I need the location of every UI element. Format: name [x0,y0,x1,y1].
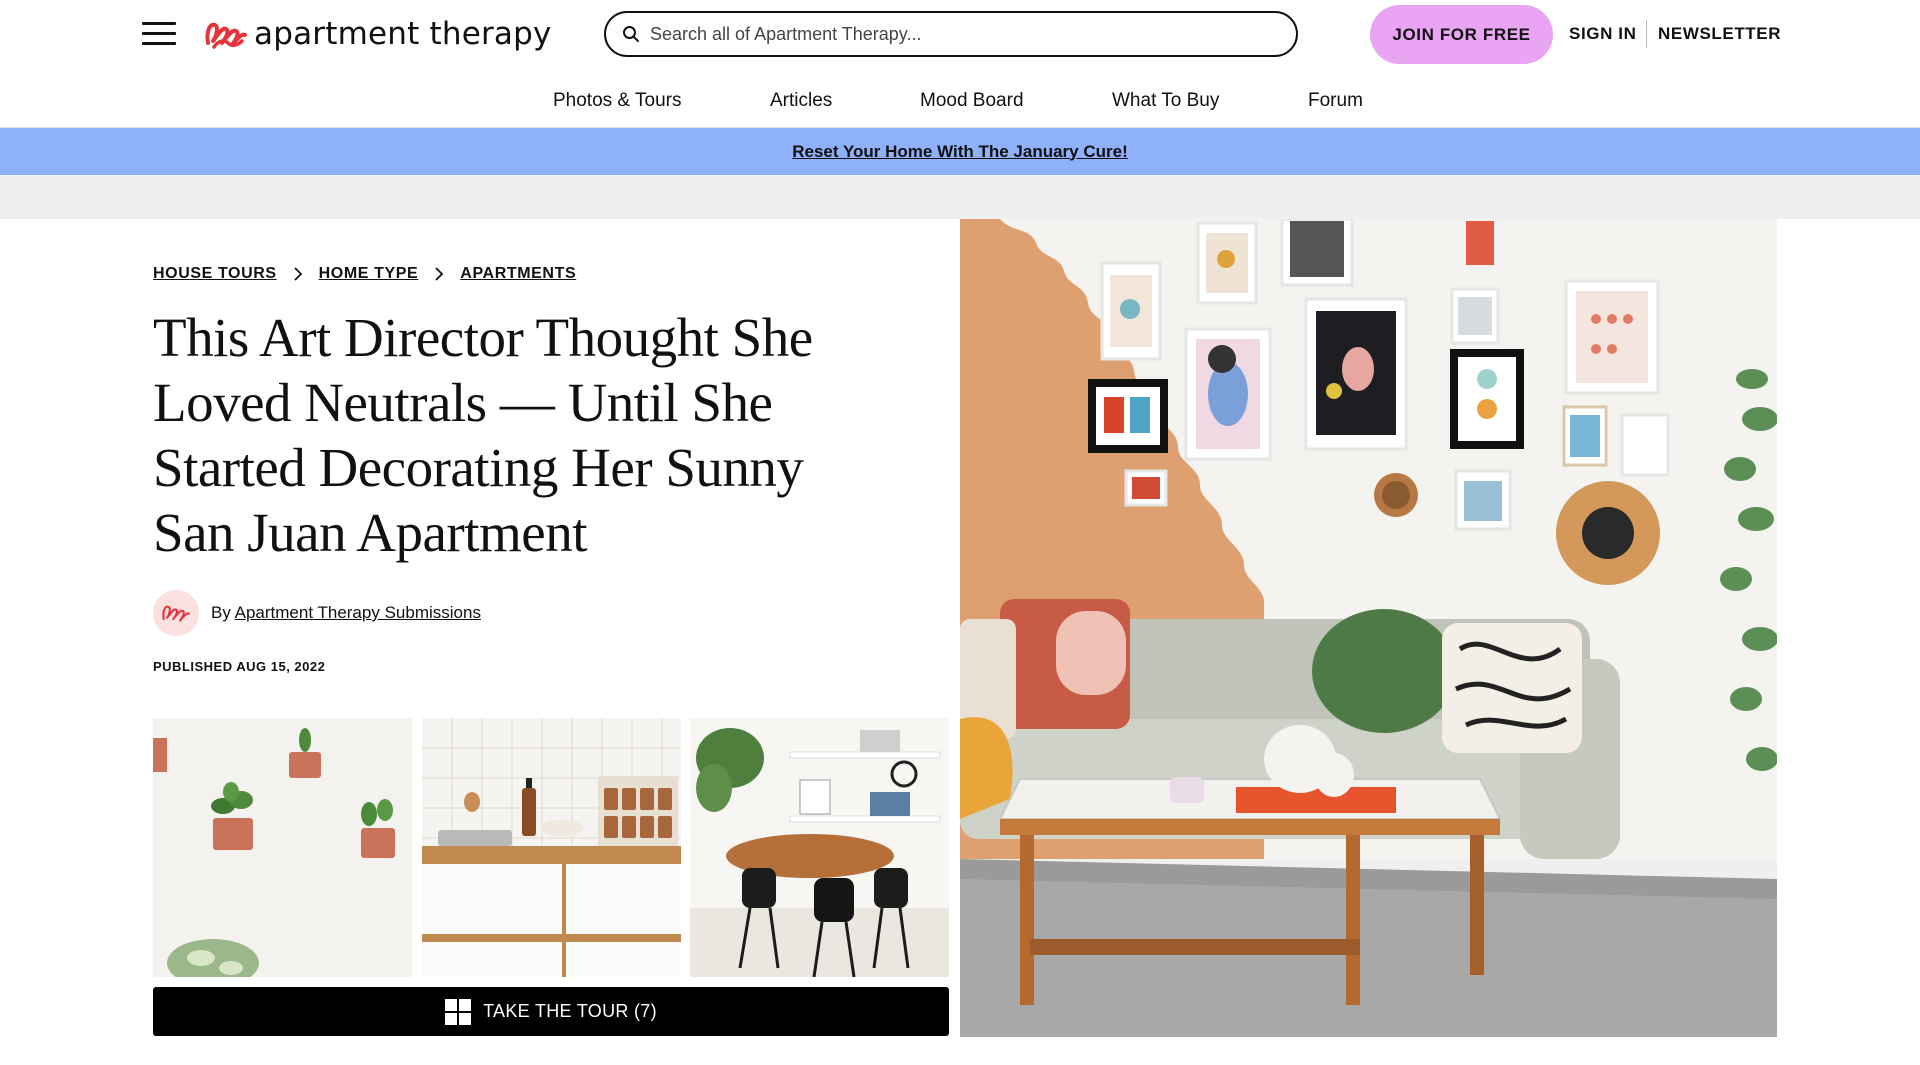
byline: By Apartment Therapy Submissions [153,590,481,636]
breadcrumb-apartments[interactable]: APARTMENTS [460,265,576,283]
gallery-thumbnail-kitchen[interactable] [422,718,681,977]
search-icon [623,26,639,42]
logo-mark-icon [162,605,190,622]
plants-photo [153,718,412,977]
hero-image[interactable] [960,219,1777,1037]
grid-icon [445,998,472,1025]
logo-text: apartment therapy [254,16,552,52]
promo-banner: Reset Your Home With The January Cure! [0,128,1920,175]
take-the-tour-button[interactable]: TAKE THE TOUR (7) [153,987,949,1036]
gallery-thumbnail-plants[interactable] [153,718,412,977]
newsletter-link[interactable]: NEWSLETTER [1658,24,1781,44]
breadcrumb-house-tours[interactable]: HOUSE TOURS [153,265,277,283]
sign-in-link[interactable]: SIGN IN [1569,24,1637,44]
promo-link[interactable]: Reset Your Home With The January Cure! [792,142,1128,162]
main-nav: Photos & Tours Articles Mood Board What … [0,86,1920,118]
gallery-thumbnail-dining[interactable] [690,718,949,977]
published-date: PUBLISHED AUG 15, 2022 [153,659,326,674]
byline-text: By Apartment Therapy Submissions [211,603,481,623]
nav-item-articles[interactable]: Articles [770,90,832,112]
chevron-right-icon [294,267,302,281]
nav-item-forum[interactable]: Forum [1308,90,1363,112]
byline-prefix: By [211,603,231,622]
site-logo[interactable]: apartment therapy [204,14,552,54]
living-room-photo [960,219,1777,1037]
logo-mark-icon [205,22,247,49]
nav-item-what-to-buy[interactable]: What To Buy [1112,90,1219,112]
kitchen-photo [422,718,681,977]
author-avatar[interactable] [153,590,199,636]
search-bar[interactable] [604,11,1298,57]
article-headline: This Art Director Thought She Loved Neut… [153,307,813,563]
author-link[interactable]: Apartment Therapy Submissions [235,603,481,622]
site-header: apartment therapy JOIN FOR FREE SIGN IN … [0,0,1920,68]
nav-item-photos-tours[interactable]: Photos & Tours [553,90,682,112]
join-for-free-button[interactable]: JOIN FOR FREE [1370,5,1553,64]
dining-photo [690,718,949,977]
search-input[interactable] [650,23,1270,45]
breadcrumb-home-type[interactable]: HOME TYPE [319,265,419,283]
breadcrumb: HOUSE TOURS HOME TYPE APARTMENTS [153,265,576,283]
nav-item-mood-board[interactable]: Mood Board [920,90,1024,112]
hamburger-icon[interactable] [142,21,176,47]
chevron-right-icon [435,267,444,281]
ad-spacer [0,175,1920,219]
take-the-tour-label: TAKE THE TOUR (7) [483,1001,657,1021]
header-divider [1646,20,1647,48]
